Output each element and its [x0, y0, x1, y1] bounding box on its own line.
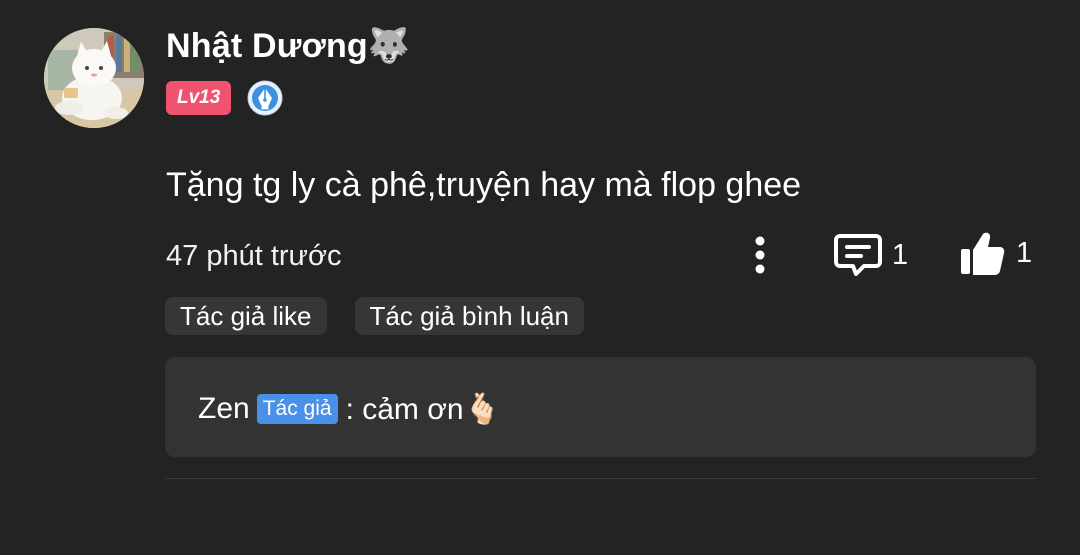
reply-text: : cảm ơn🫰🏻 [345, 392, 501, 426]
user-avatar[interactable] [44, 28, 144, 128]
comment-text: Tặng tg ly cà phê,truyện hay mà flop ghe… [166, 166, 802, 204]
reply-line: Zen Tác giả : cảm ơn🫰🏻 [198, 387, 501, 431]
level-badge: Lv13 [166, 81, 232, 115]
comment-icon [834, 234, 882, 276]
author-interaction-tags: Tác giả like Tác giả bình luận [165, 297, 612, 335]
username[interactable]: Nhật Dương🐺 [166, 24, 410, 68]
user-badges: Lv13 [166, 80, 283, 116]
pen-nib-badge-icon [247, 80, 283, 116]
tag-author-liked: Tác giả like [165, 297, 327, 335]
like-button[interactable]: 1 [958, 228, 1032, 278]
tag-author-replied: Tác giả bình luận [354, 297, 584, 335]
reply-count: 1 [892, 238, 909, 271]
more-options-button[interactable] [745, 234, 775, 276]
reply-button[interactable]: 1 [834, 230, 908, 280]
reply-author-name: Zen [198, 392, 250, 425]
comment-timestamp: 47 phút trước [166, 240, 342, 272]
divider [165, 478, 1036, 479]
author-role-badge: Tác giả [256, 394, 338, 424]
thumbs-up-icon [961, 232, 1005, 275]
more-vertical-icon [755, 236, 765, 274]
like-count: 1 [1016, 236, 1033, 269]
cat-avatar-illustration [44, 28, 144, 128]
reply-preview[interactable]: Zen Tác giả : cảm ơn🫰🏻 [165, 357, 1036, 457]
